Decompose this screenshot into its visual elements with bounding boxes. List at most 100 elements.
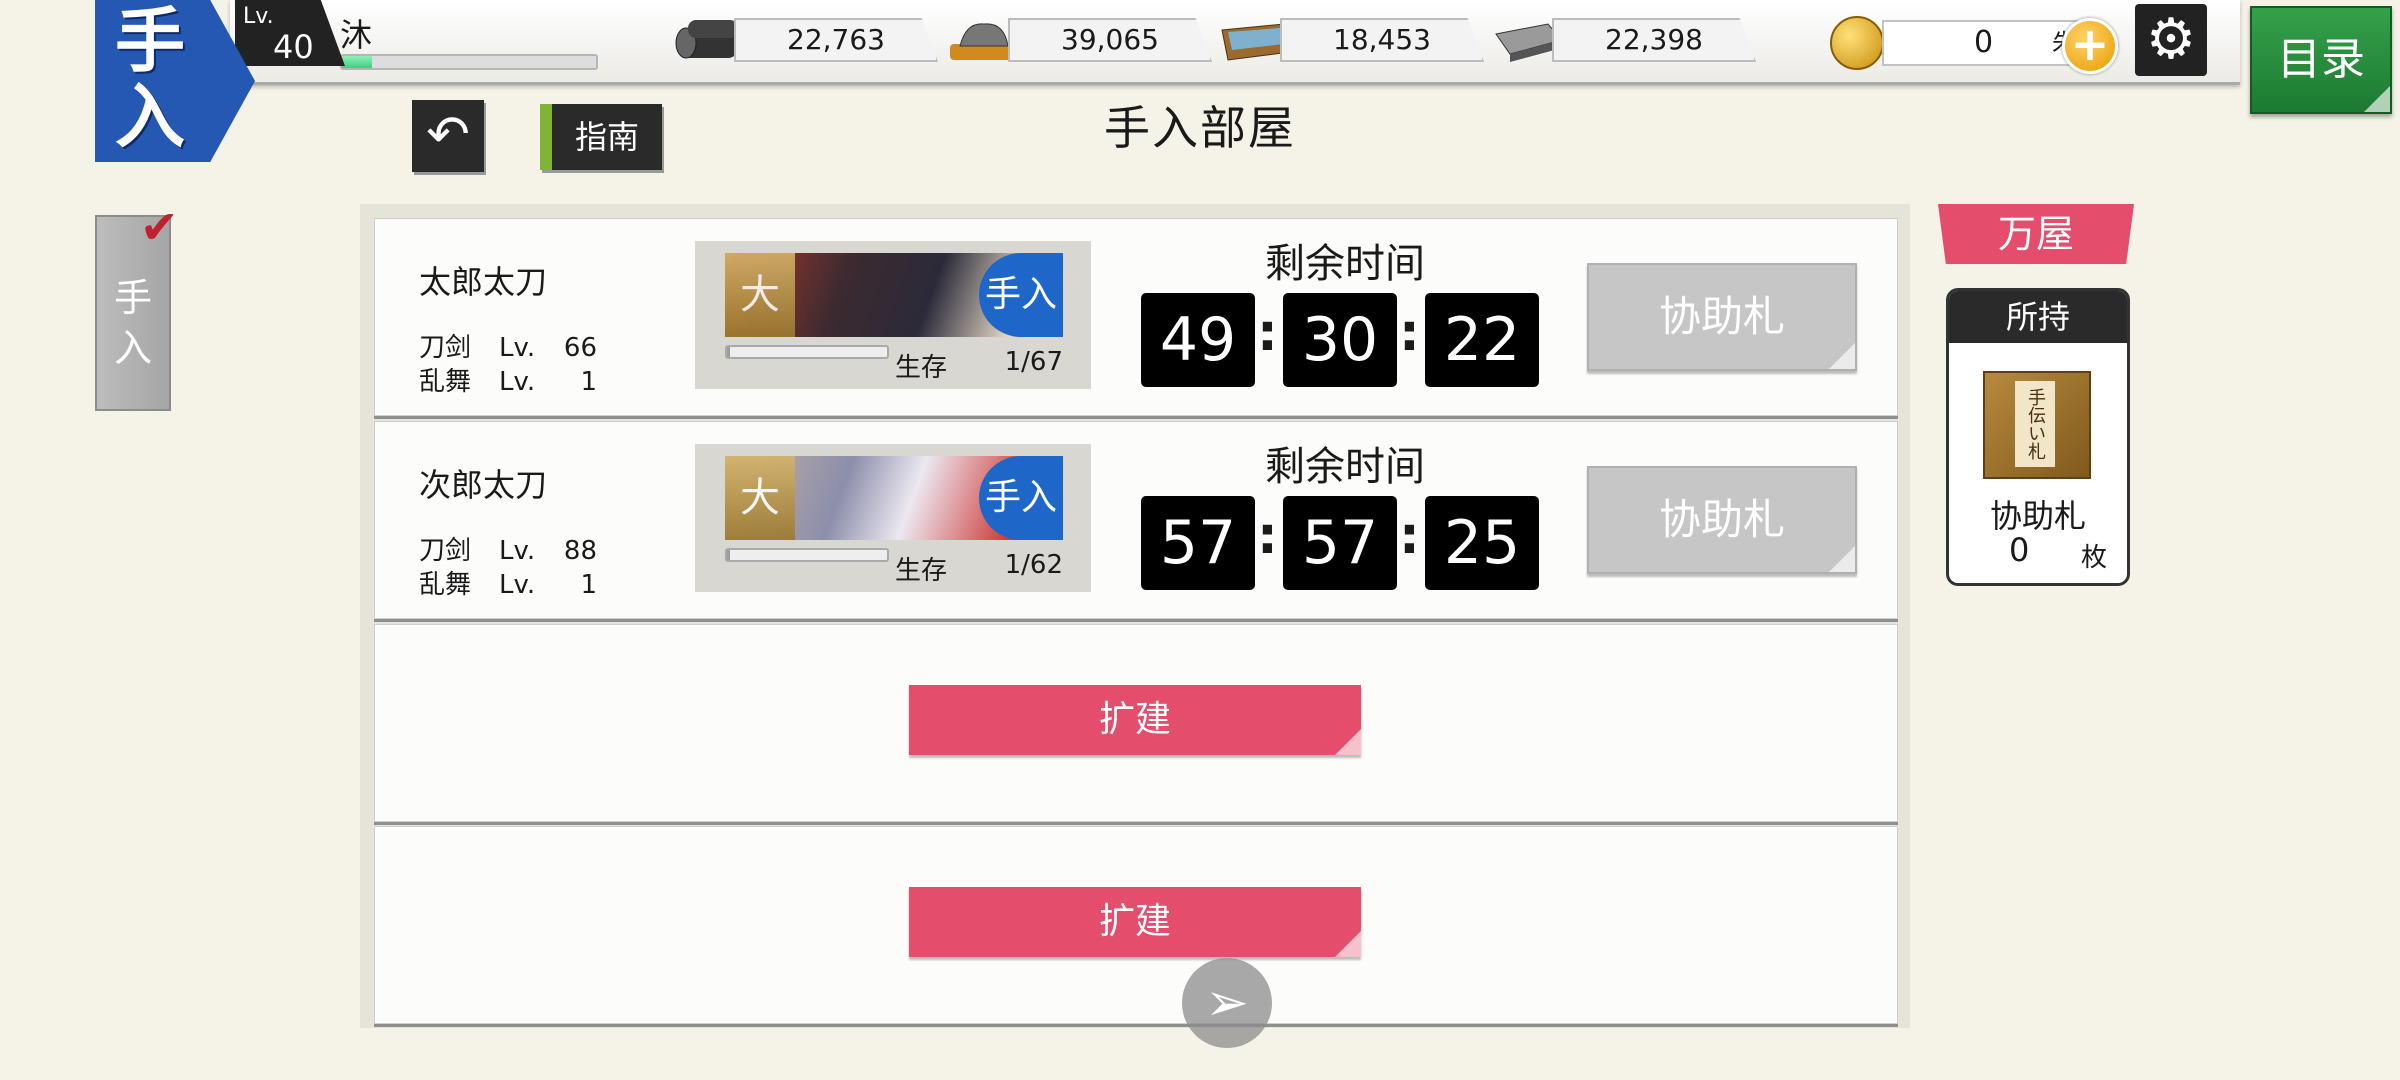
- sword-type-badge: 大太: [725, 456, 795, 540]
- stat-key: 刀剑: [419, 536, 472, 566]
- sword-portrait: 大太 手入 生存 1/67: [695, 241, 1091, 389]
- back-button[interactable]: ↶: [412, 100, 484, 172]
- repair-badge: 手入: [979, 253, 1063, 337]
- level-value: 40: [273, 28, 314, 66]
- stat-key: 乱舞: [419, 367, 472, 397]
- side-tab-char-2: 入: [113, 326, 152, 370]
- shop-button-label: 万屋: [1997, 212, 2074, 256]
- help-ticket-button[interactable]: 协助札: [1587, 466, 1857, 574]
- stat-value: 66: [563, 333, 597, 363]
- corner-fold: [2364, 86, 2390, 112]
- sword-type-badge: 大太: [725, 253, 795, 337]
- character-art: 大太 手入: [725, 253, 1063, 337]
- timer-hours: 57: [1141, 496, 1255, 590]
- owned-items-card: 所持 手伝い札 协助札 0 枚: [1946, 288, 2130, 586]
- exp-fill: [342, 56, 373, 68]
- stat-value: 1: [580, 367, 597, 397]
- whetstone-value: 22,398: [1552, 18, 1756, 62]
- expand-button[interactable]: 扩建: [909, 685, 1361, 755]
- stat-lv: Lv.: [499, 570, 536, 600]
- hp-fill: [727, 550, 731, 560]
- timer-colon: :: [1399, 303, 1420, 363]
- owned-item-count: 0: [2009, 531, 2030, 569]
- ranbu-level-row: 乱舞 Lv. 1: [419, 564, 597, 601]
- help-ticket-button-label: 协助札: [1658, 495, 1785, 544]
- hp-bar: [725, 345, 889, 359]
- expand-button[interactable]: 扩建: [909, 887, 1361, 957]
- hp-value: 1/67: [1004, 347, 1063, 377]
- sword-portrait: 大太 手入 生存 1/62: [695, 444, 1091, 592]
- stat-key: 乱舞: [419, 570, 472, 600]
- owned-item-unit: 枚: [2081, 543, 2108, 573]
- resource-whetstone: 22,398: [1490, 18, 1760, 62]
- owned-item-name: 协助札: [1989, 497, 2086, 535]
- sword-name: 次郎太刀: [419, 466, 548, 504]
- resource-coolant: 18,453: [1218, 18, 1488, 62]
- currency-value: 0: [1974, 25, 1994, 60]
- corner-fold: [1829, 343, 1855, 369]
- emblem-char-top: 手: [115, 0, 185, 82]
- tamahagane-value: 39,065: [1008, 18, 1212, 62]
- repair-slot-1[interactable]: 太郎太刀 刀剑 Lv. 66 乱舞 Lv. 1 大太 手入 生存 1/67 剩余时间 4…: [374, 218, 1898, 416]
- timer-minutes: 30: [1283, 293, 1397, 387]
- repair-slot-4: 扩建: [374, 826, 1898, 1024]
- guide-button[interactable]: 指南: [540, 104, 662, 170]
- timer-colon: :: [1257, 303, 1278, 363]
- hp-value: 1/62: [1004, 550, 1063, 580]
- undo-arrow-icon: ↶: [426, 105, 470, 165]
- stat-lv: Lv.: [499, 536, 536, 566]
- timer-seconds: 25: [1425, 496, 1539, 590]
- emblem-char-bottom: 入: [115, 75, 185, 158]
- resource-tamahagane: 39,065: [946, 18, 1216, 62]
- corner-fold: [1335, 729, 1361, 755]
- help-ticket-button[interactable]: 协助札: [1587, 263, 1857, 371]
- ranbu-level-row: 乱舞 Lv. 1: [419, 361, 597, 398]
- page-title: 手入部屋: [1104, 101, 1296, 155]
- remaining-time-label: 剩余时间: [1265, 241, 1425, 287]
- checkmark-icon: ✔: [140, 200, 179, 254]
- corner-fold: [1829, 546, 1855, 572]
- remaining-time-label: 剩余时间: [1265, 444, 1425, 490]
- expand-button-label: 扩建: [1098, 901, 1171, 942]
- help-ticket-icon: 手伝い札: [1983, 371, 2091, 479]
- help-ticket-button-label: 协助札: [1658, 292, 1785, 341]
- sword-level-row: 刀剑 Lv. 66: [419, 327, 597, 364]
- send-arrow-icon[interactable]: ➢: [1182, 958, 1272, 1048]
- timer-hours: 49: [1141, 293, 1255, 387]
- stat-value: 1: [580, 570, 597, 600]
- hp-fill: [727, 347, 731, 357]
- add-currency-button[interactable]: +: [2062, 18, 2118, 74]
- stat-lv: Lv.: [499, 367, 536, 397]
- expand-button-label: 扩建: [1098, 699, 1171, 740]
- shop-button[interactable]: 万屋: [1938, 204, 2134, 264]
- status-label: 生存: [895, 353, 948, 383]
- ticket-text: 手伝い札: [2015, 381, 2055, 467]
- timer-colon: :: [1399, 506, 1420, 566]
- character-art: 大太 手入: [725, 456, 1063, 540]
- repair-slots-panel: 太郎太刀 刀剑 Lv. 66 乱舞 Lv. 1 大太 手入 生存 1/67 剩余时间 4…: [360, 204, 1910, 1028]
- stat-value: 88: [563, 536, 597, 566]
- charcoal-value: 22,763: [734, 18, 938, 62]
- timer-minutes: 57: [1283, 496, 1397, 590]
- repair-slot-2[interactable]: 次郎太刀 刀剑 Lv. 88 乱舞 Lv. 1 大太 手入 生存 1/62 剩余时间 5…: [374, 421, 1898, 619]
- guide-button-label: 指南: [574, 118, 639, 156]
- owned-title: 所持: [1949, 291, 2127, 343]
- exp-bar: [340, 54, 598, 70]
- sword-name: 太郎太刀: [419, 263, 548, 301]
- resource-charcoal: 22,763: [672, 18, 942, 62]
- timer-colon: :: [1257, 506, 1278, 566]
- corner-fold: [1335, 931, 1361, 957]
- menu-button[interactable]: 目录: [2250, 6, 2392, 114]
- stat-lv: Lv.: [499, 333, 536, 363]
- side-tab-char-1: 手: [113, 276, 152, 320]
- koban-coin-icon: [1830, 16, 1884, 70]
- repair-badge: 手入: [979, 456, 1063, 540]
- stat-key: 刀剑: [419, 333, 472, 363]
- player-name: 沐: [340, 16, 373, 54]
- repair-slot-3: 扩建: [374, 624, 1898, 822]
- level-label: Lv.: [243, 4, 274, 29]
- coolant-value: 18,453: [1280, 18, 1484, 62]
- gear-icon[interactable]: ⚙: [2135, 4, 2207, 76]
- sword-level-row: 刀剑 Lv. 88: [419, 530, 597, 567]
- timer-seconds: 22: [1425, 293, 1539, 387]
